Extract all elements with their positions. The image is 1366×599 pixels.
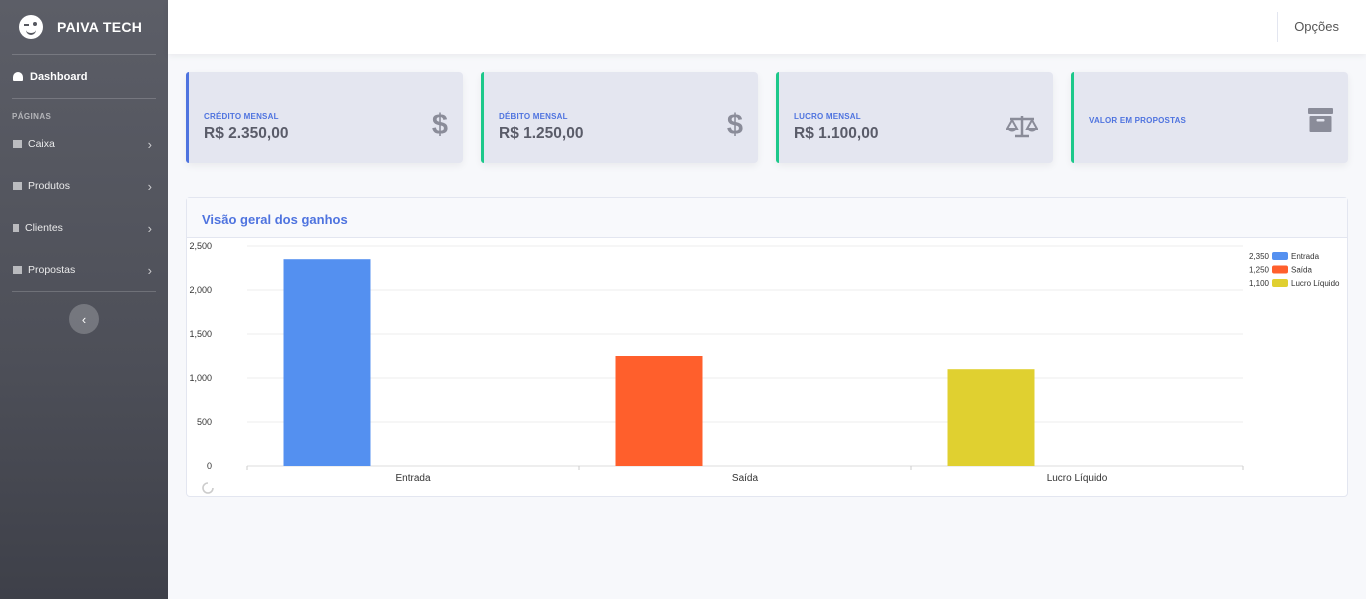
legend-label: Lucro Líquido xyxy=(1291,279,1340,288)
bar-saída xyxy=(615,356,703,466)
chevron-right-icon: › xyxy=(147,220,152,236)
card-title: DÉBITO MENSAL xyxy=(499,112,568,121)
card-lucro-mensal: LUCRO MENSAL R$ 1.100,00 xyxy=(776,72,1053,163)
legend-value: 2,350 xyxy=(1249,252,1270,261)
chevron-right-icon: › xyxy=(147,262,152,278)
sidebar: PAIVA TECH Dashboard PÁGINAS Caixa › Pro… xyxy=(0,0,168,599)
brand-name: PAIVA TECH xyxy=(57,19,143,35)
panel-title: Visão geral dos ganhos xyxy=(202,212,348,227)
sidebar-item-label: Propostas xyxy=(28,264,76,276)
refresh-icon xyxy=(202,482,214,494)
y-tick-label: 2,000 xyxy=(189,285,212,295)
y-tick-label: 1,500 xyxy=(189,329,212,339)
card-accent xyxy=(481,72,484,163)
archive-icon xyxy=(1308,108,1333,137)
tachometer-icon xyxy=(13,72,23,81)
chevron-right-icon: › xyxy=(147,178,152,194)
card-valor-propostas: VALOR EM PROPOSTAS xyxy=(1071,72,1348,163)
card-accent xyxy=(776,72,779,163)
user-icon xyxy=(13,224,19,232)
x-tick-label: Entrada xyxy=(395,473,430,484)
options-menu[interactable]: Opções xyxy=(1294,19,1339,34)
cart-icon xyxy=(13,182,22,190)
legend-label: Entrada xyxy=(1291,252,1320,261)
dollar-icon: $ xyxy=(726,109,743,141)
panel-header: Visão geral dos ganhos xyxy=(187,198,1347,238)
card-debito-mensal: DÉBITO MENSAL R$ 1.250,00 $ xyxy=(481,72,758,163)
card-accent xyxy=(186,72,189,163)
card-value: R$ 1.100,00 xyxy=(794,125,879,142)
earnings-panel: Visão geral dos ganhos 2,500 2,000 1,500 1,… xyxy=(186,197,1348,497)
sidebar-item-clientes[interactable]: Clientes › xyxy=(0,207,168,249)
card-title: CRÉDITO MENSAL xyxy=(204,112,279,121)
topbar: Opções xyxy=(168,0,1366,54)
y-tick-label: 2,500 xyxy=(189,241,212,251)
y-tick-label: 1,000 xyxy=(189,373,212,383)
legend-value: 1,100 xyxy=(1249,279,1270,288)
y-tick-label: 0 xyxy=(207,461,212,471)
x-tick-label: Saída xyxy=(732,473,759,484)
chevron-right-icon: › xyxy=(147,136,152,152)
folder-icon xyxy=(13,266,22,274)
sidebar-toggle-button[interactable]: ‹ xyxy=(69,304,99,334)
sidebar-item-produtos[interactable]: Produtos › xyxy=(0,165,168,207)
sidebar-item-label: Dashboard xyxy=(30,70,88,83)
legend-value: 1,250 xyxy=(1249,266,1270,275)
brand[interactable]: PAIVA TECH xyxy=(0,0,168,54)
balance-scale-icon xyxy=(1005,113,1039,144)
chevron-left-icon: ‹ xyxy=(81,311,87,327)
legend-swatch xyxy=(1272,252,1288,260)
y-tick-label: 500 xyxy=(197,417,212,427)
dollar-icon: $ xyxy=(431,109,448,141)
sidebar-item-label: Caixa xyxy=(28,138,55,150)
sidebar-item-label: Produtos xyxy=(28,180,71,192)
sidebar-item-label: Clientes xyxy=(25,222,63,234)
card-value: R$ 1.250,00 xyxy=(499,125,584,142)
sidebar-heading: PÁGINAS xyxy=(12,112,52,121)
legend-label: Saída xyxy=(1291,266,1312,275)
card-title: VALOR EM PROPOSTAS xyxy=(1089,116,1187,125)
sidebar-item-caixa[interactable]: Caixa › xyxy=(0,123,168,165)
card-value: R$ 2.350,00 xyxy=(204,125,289,142)
card-credito-mensal: CRÉDITO MENSAL R$ 2.350,00 $ xyxy=(186,72,463,163)
card-accent xyxy=(1071,72,1074,163)
bank-icon xyxy=(13,140,22,148)
bar-chart: 2,500 2,000 1,500 1,000 500 0 Entrada Saída Lucr… xyxy=(189,241,1340,494)
topbar-divider xyxy=(1277,12,1278,42)
logo-icon xyxy=(19,15,43,39)
sidebar-item-dashboard[interactable]: Dashboard xyxy=(0,55,168,98)
legend-swatch xyxy=(1272,265,1288,274)
card-title: LUCRO MENSAL xyxy=(794,112,861,121)
bar-entrada xyxy=(283,259,371,466)
bar-lucro-líquido xyxy=(947,369,1035,466)
x-tick-label: Lucro Líquido xyxy=(1047,473,1108,484)
legend-swatch xyxy=(1272,279,1288,287)
sidebar-item-propostas[interactable]: Propostas › xyxy=(0,249,168,291)
